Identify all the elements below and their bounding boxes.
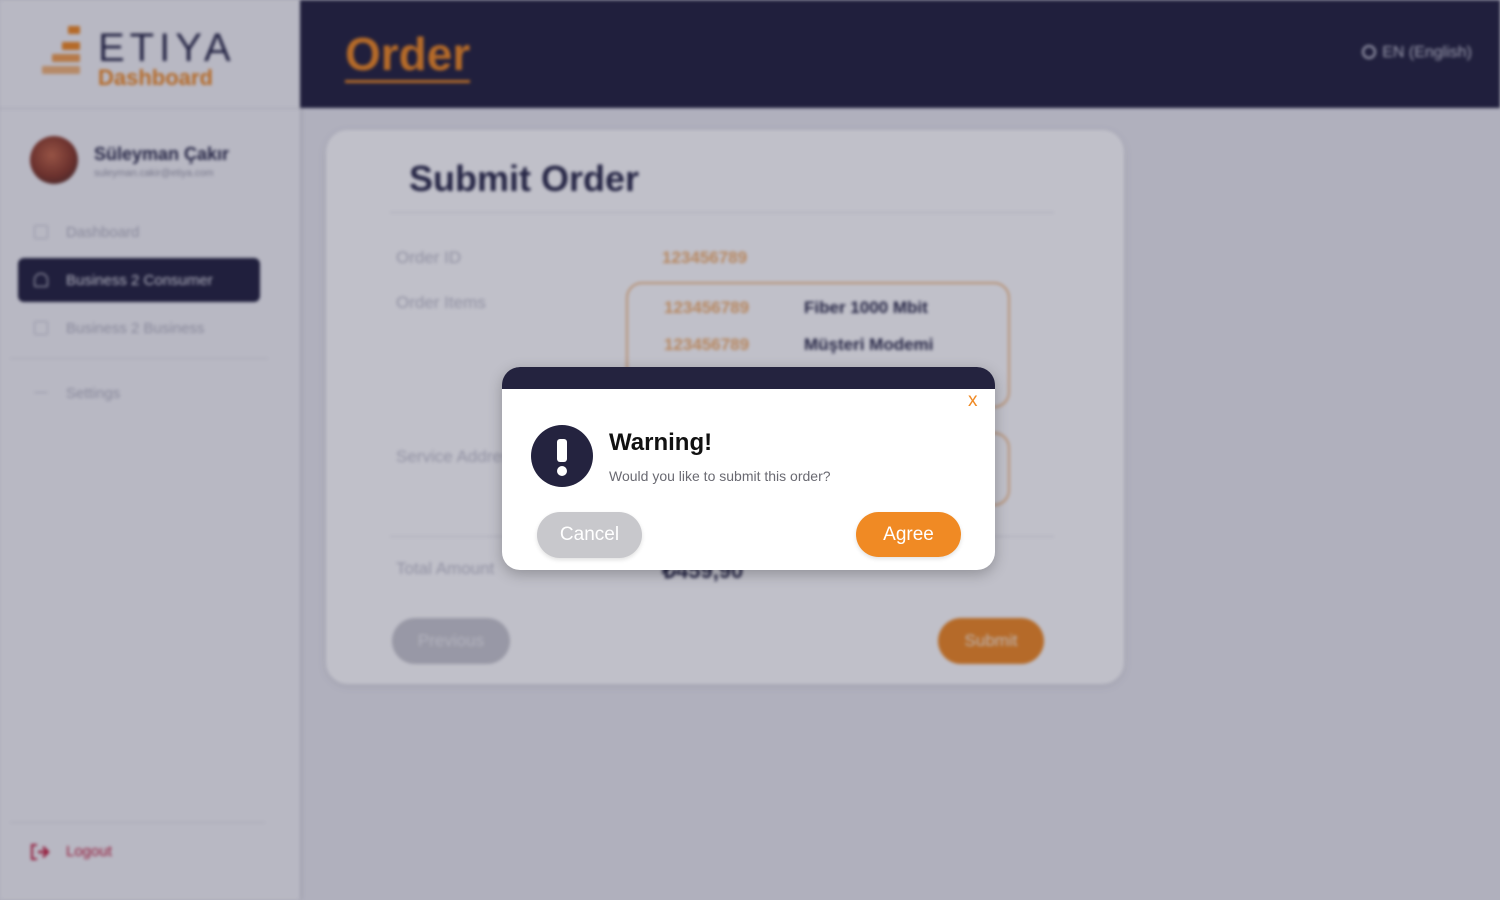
warning-dialog: x Warning! Would you like to submit this… <box>502 367 995 570</box>
agree-button[interactable]: Agree <box>856 512 961 557</box>
dialog-message: Would you like to submit this order? <box>609 468 831 484</box>
dialog-header <box>502 367 995 389</box>
cancel-button[interactable]: Cancel <box>537 512 642 558</box>
close-button[interactable]: x <box>968 389 978 413</box>
dialog-title: Warning! <box>609 429 713 456</box>
exclamation-icon <box>531 425 593 487</box>
